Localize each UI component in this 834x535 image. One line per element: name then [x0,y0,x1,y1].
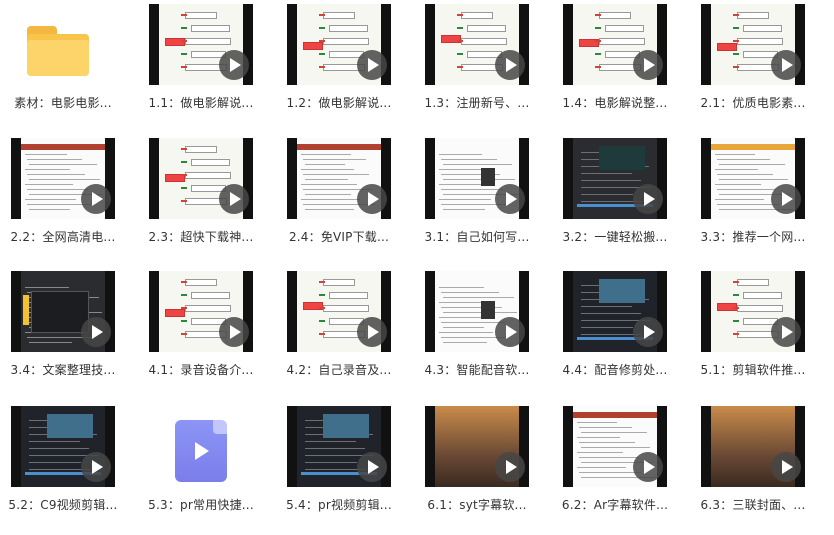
item-label: 5.3：pr常用快捷... [148,498,254,512]
thumbnail [425,4,529,85]
item-label: 2.2：全网高清电... [10,230,116,244]
video-item[interactable]: 2.1：优质电影素... [698,4,808,124]
play-icon[interactable] [81,317,111,347]
video-item[interactable]: 3.3：推荐一个网... [698,138,808,258]
item-label: 3.2：一键轻松搬... [562,230,668,244]
item-label: 4.2：自己录音及... [286,363,392,377]
thumbnail [11,138,115,219]
video-item[interactable]: 3.4：文案整理技... [8,271,118,391]
video-item[interactable]: 6.2：Ar字幕软件... [560,406,670,526]
play-icon[interactable] [771,50,801,80]
item-label: 6.3：三联封面、... [700,498,806,512]
play-icon[interactable] [495,317,525,347]
video-item[interactable]: 6.3：三联封面、... [698,406,808,526]
thumbnail [563,271,667,352]
thumbnail [287,406,391,487]
play-icon[interactable] [219,317,249,347]
item-label: 5.2：C9视频剪辑... [8,498,118,512]
item-label: 4.3：智能配音软... [424,363,530,377]
play-icon[interactable] [357,317,387,347]
video-item[interactable]: 5.4：pr视频剪辑... [284,406,394,526]
thumbnail [11,271,115,352]
play-icon[interactable] [633,184,663,214]
play-icon[interactable] [81,184,111,214]
play-icon[interactable] [357,50,387,80]
item-label: 6.1：syt字幕软... [427,498,527,512]
play-icon[interactable] [495,50,525,80]
item-label: 5.4：pr视频剪辑... [286,498,392,512]
video-item[interactable]: 5.3：pr常用快捷... [146,406,256,526]
video-item[interactable]: 1.2：做电影解说... [284,4,394,124]
video-item[interactable]: 5.1：剪辑软件推... [698,271,808,391]
video-item[interactable]: 3.1：自己如何写... [422,138,532,258]
thumbnail [425,271,529,352]
item-label: 2.1：优质电影素... [700,96,806,110]
thumbnail [563,138,667,219]
play-icon[interactable] [633,452,663,482]
folder-item[interactable]: 素材：电影电影... [8,4,118,124]
thumbnail [425,138,529,219]
video-item[interactable]: 1.4：电影解说整... [560,4,670,124]
thumbnail [701,406,805,487]
video-item[interactable]: 5.2：C9视频剪辑... [8,406,118,526]
item-label: 2.4：免VIP下载... [288,230,390,244]
item-label: 3.1：自己如何写... [424,230,530,244]
thumbnail [425,406,529,487]
thumbnail [563,406,667,487]
folder-icon [11,4,115,85]
play-icon[interactable] [357,184,387,214]
thumbnail [287,138,391,219]
play-icon[interactable] [495,184,525,214]
play-icon[interactable] [771,452,801,482]
item-label: 6.2：Ar字幕软件... [561,498,669,512]
video-item[interactable]: 1.3：注册新号、... [422,4,532,124]
play-icon[interactable] [357,452,387,482]
item-label: 4.1：录音设备介... [148,363,254,377]
thumbnail [287,271,391,352]
play-icon[interactable] [771,317,801,347]
thumbnail [149,271,253,352]
video-item[interactable]: 6.1：syt字幕软... [422,406,532,526]
video-item[interactable]: 4.2：自己录音及... [284,271,394,391]
thumbnail [11,406,115,487]
video-item[interactable]: 1.1：做电影解说... [146,4,256,124]
video-item[interactable]: 2.4：免VIP下载... [284,138,394,258]
thumbnail [701,4,805,85]
play-icon[interactable] [771,184,801,214]
thumbnail [701,271,805,352]
play-icon[interactable] [633,317,663,347]
thumbnail [287,4,391,85]
item-label: 3.4：文案整理技... [10,363,116,377]
item-label: 3.3：推荐一个网... [700,230,806,244]
play-icon[interactable] [219,184,249,214]
play-icon[interactable] [495,452,525,482]
video-item[interactable]: 4.4：配音修剪处... [560,271,670,391]
item-label: 1.1：做电影解说... [148,96,254,110]
video-item[interactable]: 4.3：智能配音软... [422,271,532,391]
thumbnail [149,4,253,85]
file-grid: 素材：电影电影... 1.1：做电影解说... 1.2：做电影解说... 1.3：注册… [0,0,834,535]
item-label: 素材：电影电影... [14,96,112,110]
item-label: 2.3：超快下载神... [148,230,254,244]
thumbnail [149,138,253,219]
video-item[interactable]: 4.1：录音设备介... [146,271,256,391]
thumbnail [563,4,667,85]
video-file-icon [149,406,253,487]
item-label: 1.4：电影解说整... [562,96,668,110]
item-label: 1.3：注册新号、... [424,96,530,110]
video-item[interactable]: 2.3：超快下载神... [146,138,256,258]
thumbnail [701,138,805,219]
video-item[interactable]: 3.2：一键轻松搬... [560,138,670,258]
video-item[interactable]: 2.2：全网高清电... [8,138,118,258]
play-icon[interactable] [633,50,663,80]
item-label: 1.2：做电影解说... [286,96,392,110]
play-icon[interactable] [219,50,249,80]
play-icon[interactable] [81,452,111,482]
item-label: 4.4：配音修剪处... [562,363,668,377]
item-label: 5.1：剪辑软件推... [700,363,806,377]
